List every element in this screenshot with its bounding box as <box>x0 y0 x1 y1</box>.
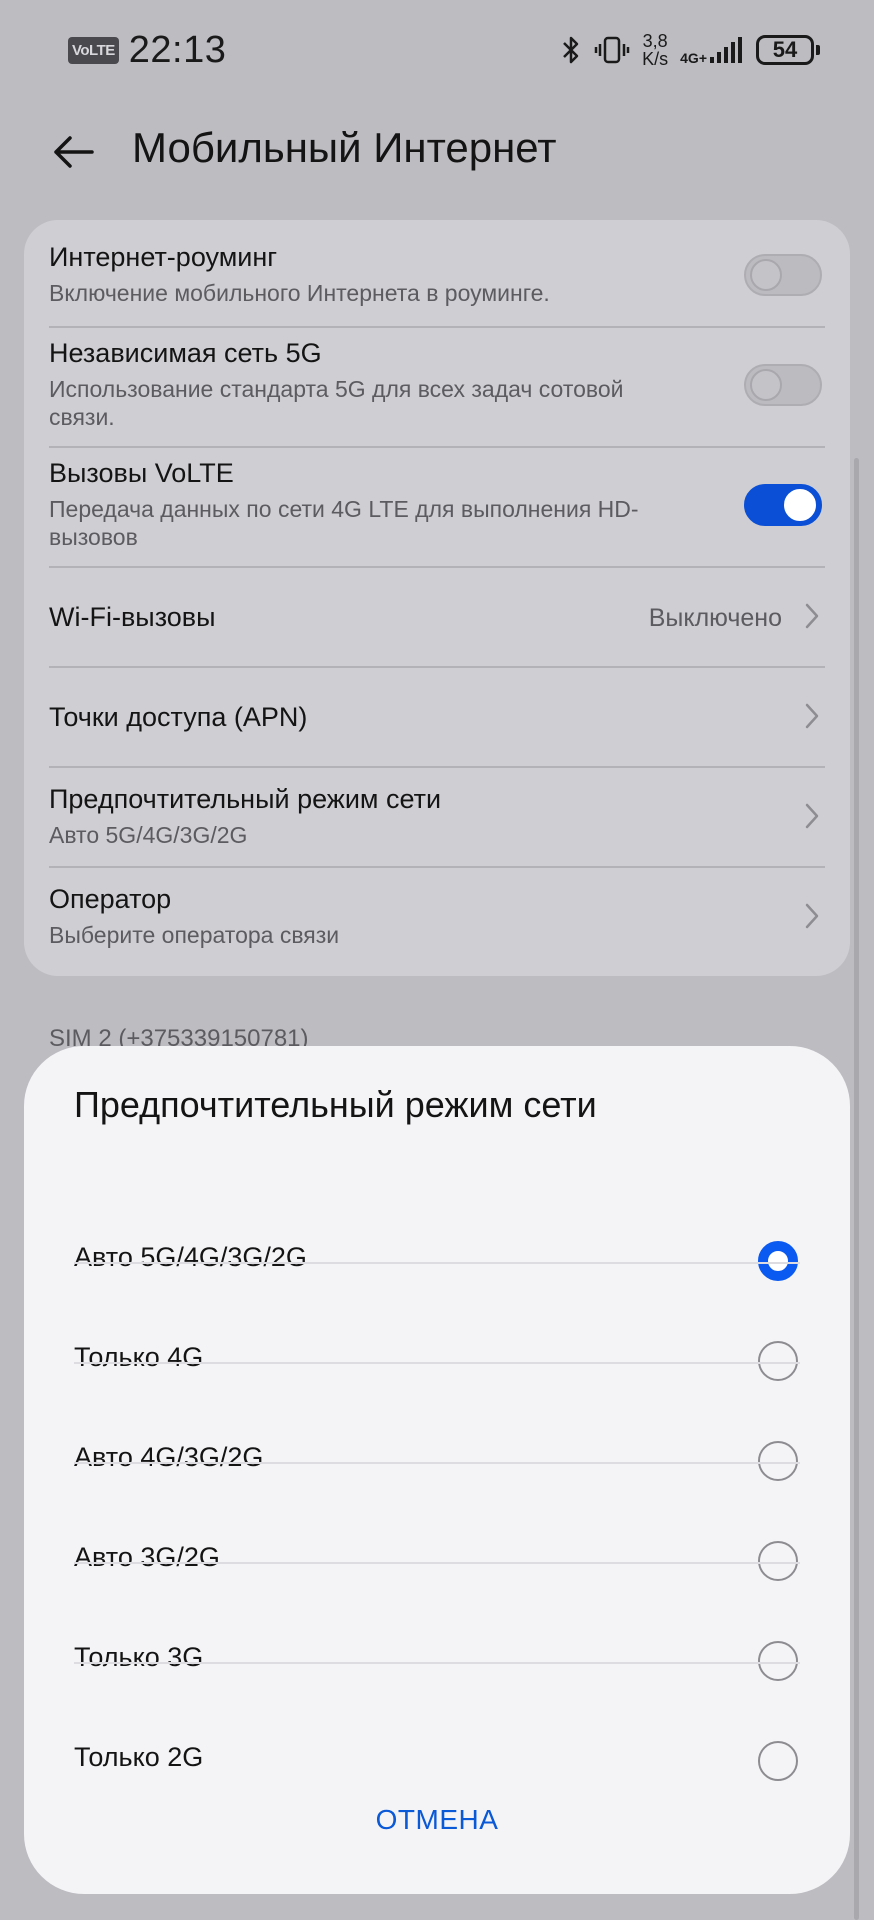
network-type: 4G+ <box>680 50 707 66</box>
divider <box>49 566 825 568</box>
divider <box>74 1562 800 1564</box>
setting-volte-calls[interactable]: Вызовы VoLTE Передача данных по сети 4G … <box>49 458 825 551</box>
speed-value: 3,8 <box>642 31 668 51</box>
battery-level: 54 <box>772 37 798 62</box>
status-bar: VoLTE 22:13 3,8 K/s 4G+ 54 <box>0 0 874 100</box>
volte-toggle[interactable] <box>744 484 822 526</box>
bluetooth-icon <box>563 36 579 64</box>
setting-subtitle: Авто 5G/4G/3G/2G <box>49 822 248 848</box>
setting-standalone-5g[interactable]: Независимая сеть 5G Использование станда… <box>49 338 825 431</box>
clock: 22:13 <box>128 28 227 71</box>
battery-icon: 54 <box>756 35 820 65</box>
radio-unselected[interactable] <box>758 1541 798 1581</box>
option-label: Только 2G <box>74 1742 204 1772</box>
divider <box>49 446 825 448</box>
cancel-button[interactable]: ОТМЕНА <box>24 1804 850 1836</box>
chevron-right-icon <box>805 603 819 629</box>
scrollbar[interactable] <box>854 458 859 1920</box>
setting-subtitle: Использование стандарта 5G для всех зада… <box>49 376 624 430</box>
network-mode-dialog: Предпочтительный режим сети Авто 5G/4G/3… <box>24 1046 850 1894</box>
setting-title: Независимая сеть 5G <box>49 338 322 368</box>
status-left: VoLTE 22:13 <box>68 29 226 72</box>
divider <box>49 326 825 328</box>
status-right: 3,8 K/s 4G+ 54 <box>560 32 820 68</box>
divider <box>74 1662 800 1664</box>
chevron-right-icon <box>805 903 819 929</box>
radio-unselected[interactable] <box>758 1641 798 1681</box>
radio-selected[interactable] <box>758 1241 798 1281</box>
chevron-right-icon <box>805 803 819 829</box>
setting-subtitle: Включение мобильного Интернета в роуминг… <box>49 280 550 306</box>
divider <box>49 866 825 868</box>
radio-unselected[interactable] <box>758 1441 798 1481</box>
setting-subtitle: Передача данных по сети 4G LTE для выпол… <box>49 496 639 550</box>
option-label: Только 4G <box>74 1342 204 1372</box>
volte-icon: VoLTE <box>68 36 119 64</box>
divider <box>74 1462 800 1464</box>
back-arrow-icon[interactable] <box>50 128 98 176</box>
dialog-title: Предпочтительный режим сети <box>74 1084 597 1125</box>
option-2g-only[interactable]: Только 2G <box>74 1712 800 1812</box>
option-label: Только 3G <box>74 1642 204 1672</box>
divider <box>49 766 825 768</box>
signal-strength-icon <box>710 37 742 63</box>
standalone-5g-toggle[interactable] <box>744 364 822 406</box>
option-label: Авто 4G/3G/2G <box>74 1442 264 1472</box>
wifi-calling-value: Выключено <box>648 604 782 632</box>
setting-preferred-network-mode[interactable]: Предпочтительный режим сети Авто 5G/4G/3… <box>49 784 825 849</box>
network-speed: 3,8 K/s <box>642 32 668 68</box>
setting-title: Предпочтительный режим сети <box>49 784 442 814</box>
toggle-knob <box>784 489 816 521</box>
divider <box>49 666 825 668</box>
toggle-knob <box>750 369 782 401</box>
toggle-knob <box>750 259 782 291</box>
setting-operator[interactable]: Оператор Выберите оператора связи <box>49 884 825 949</box>
chevron-right-icon <box>805 703 819 729</box>
signal-group: 4G+ <box>680 35 744 65</box>
setting-title: Вызовы VoLTE <box>49 458 234 488</box>
radio-unselected[interactable] <box>758 1341 798 1381</box>
setting-internet-roaming[interactable]: Интернет-роуминг Включение мобильного Ин… <box>49 242 825 307</box>
divider <box>74 1362 800 1364</box>
divider <box>74 1262 800 1264</box>
radio-unselected[interactable] <box>758 1741 798 1781</box>
setting-title: Оператор <box>49 884 172 914</box>
setting-title: Интернет-роуминг <box>49 242 278 272</box>
settings-card: Интернет-роуминг Включение мобильного Ин… <box>24 220 850 976</box>
setting-subtitle: Выберите оператора связи <box>49 922 340 948</box>
page-title: Мобильный Интернет <box>132 124 557 171</box>
header: Мобильный Интернет <box>0 110 874 194</box>
setting-title: Точки доступа (APN) <box>49 702 308 732</box>
speed-unit: K/s <box>642 49 669 69</box>
roaming-toggle[interactable] <box>744 254 822 296</box>
vibrate-icon <box>594 36 630 64</box>
option-label: Авто 3G/2G <box>74 1542 220 1572</box>
setting-apn[interactable]: Точки доступа (APN) <box>49 702 825 733</box>
option-label: Авто 5G/4G/3G/2G <box>74 1242 307 1272</box>
